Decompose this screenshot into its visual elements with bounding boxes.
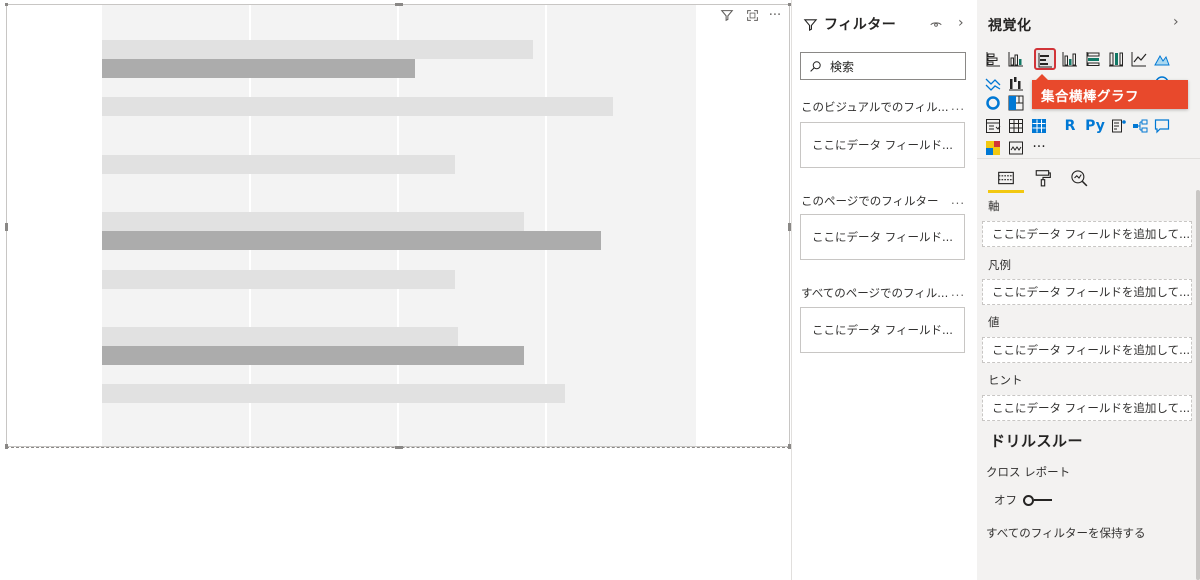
well-placeholder: ここにデータ フィールド... (812, 230, 953, 244)
filter-icon[interactable] (719, 7, 735, 23)
line-chart-icon[interactable] (1130, 50, 1148, 68)
100-stacked-bar-chart-icon[interactable] (1084, 50, 1102, 68)
clustered-bar-chart-visual[interactable]: ··· (5, 3, 791, 449)
keep-all-filters-label: すべてのフィルターを保持する (986, 526, 1146, 540)
chart-bar[interactable] (102, 269, 455, 289)
chart-bar[interactable] (102, 40, 533, 59)
resize-handle-left[interactable] (5, 223, 8, 231)
more-options-icon[interactable]: ... (951, 99, 965, 113)
focus-mode-icon[interactable] (744, 7, 760, 23)
well-placeholder: ここにデータ フィールド... (812, 138, 953, 152)
ribbon-chart-icon[interactable] (984, 74, 1002, 92)
resize-handle-top[interactable] (395, 3, 403, 6)
table-icon[interactable] (1007, 117, 1025, 135)
pane-scrollbar[interactable] (1196, 190, 1200, 580)
section-label: このビジュアルでのフィル... (801, 100, 949, 114)
stacked-column-chart-icon[interactable] (1007, 50, 1025, 68)
chart-bar[interactable] (102, 97, 613, 117)
section-label: すべてのページでのフィル... (801, 286, 949, 300)
well-placeholder: ここにデータ フィールド... (812, 323, 953, 337)
filter-search-input[interactable]: 検索 (800, 52, 966, 80)
cross-report-toggle[interactable]: オフ (994, 492, 1052, 508)
toggle-track (1034, 499, 1052, 501)
decomposition-tree-icon[interactable] (1131, 117, 1149, 135)
filter-section-page: このページでのフィルター ... (801, 193, 971, 209)
toggle-knob (1023, 494, 1034, 506)
legend-well-label: 凡例 (988, 258, 1011, 272)
filter-pane: フィルター › 検索 このビジュアルでのフィル... ... ここにデータ フィ… (791, 0, 977, 580)
fields-tab-icon[interactable] (995, 167, 1017, 189)
chart-bar[interactable] (102, 231, 601, 251)
eye-icon[interactable] (929, 16, 943, 35)
power-apps-icon[interactable] (984, 139, 1002, 157)
plot-area (102, 5, 696, 446)
resize-handle-bottom-left[interactable] (5, 444, 8, 449)
values-well-label: 値 (988, 315, 1000, 329)
clustered-column-chart-icon[interactable] (1061, 50, 1079, 68)
resize-handle-bottom[interactable] (395, 446, 403, 449)
r-visual-icon[interactable]: R (1061, 117, 1079, 135)
chart-bar[interactable] (102, 384, 565, 404)
visualizations-pane: 視覚化 › R Py ··· 集合横棒グラフ 軸 ここにデータ フィールドを追加… (977, 0, 1200, 580)
100-stacked-column-chart-icon[interactable] (1107, 50, 1125, 68)
drillthrough-title: ドリルスルー (990, 432, 1084, 450)
viz-pane-title: 視覚化 (988, 18, 1032, 34)
chart-bar[interactable] (102, 327, 458, 346)
chart-bar[interactable] (102, 346, 524, 365)
filter-icon (803, 18, 818, 31)
more-options-icon[interactable]: ... (951, 193, 965, 207)
filter-pane-header: フィルター › (803, 12, 973, 36)
filter-drop-well-visual[interactable]: ここにデータ フィールド... (800, 122, 965, 168)
analytics-magnifier-icon[interactable] (1068, 167, 1090, 189)
report-canvas: ··· (0, 0, 791, 580)
donut-chart-icon[interactable] (984, 94, 1002, 112)
values-field-well[interactable]: ここにデータ フィールドを追加して... (982, 337, 1192, 363)
filter-section-all-pages: すべてのページでのフィル... ... (801, 285, 971, 301)
matrix-icon[interactable] (1030, 117, 1048, 135)
collapse-chevron-icon[interactable]: › (1173, 14, 1179, 30)
collapse-chevron-icon[interactable]: › (958, 15, 964, 31)
filter-section-visual: このビジュアルでのフィル... ... (801, 99, 971, 115)
axis-field-well[interactable]: ここにデータ フィールドを追加して... (982, 221, 1192, 247)
gridline (545, 5, 547, 446)
key-influencers-icon[interactable] (1110, 117, 1128, 135)
python-visual-icon[interactable]: Py (1084, 117, 1106, 135)
treemap-icon[interactable] (1007, 94, 1025, 112)
axis-well-label: 軸 (988, 199, 1000, 213)
pane-divider (977, 158, 1200, 159)
search-icon (810, 60, 821, 72)
qa-visual-icon[interactable] (1153, 117, 1171, 135)
toggle-state-label: オフ (994, 493, 1017, 507)
legend-field-well[interactable]: ここにデータ フィールドを追加して... (982, 279, 1192, 305)
smart-narrative-icon[interactable] (1007, 139, 1025, 157)
chart-bar[interactable] (102, 154, 455, 174)
more-options-icon[interactable]: ... (951, 285, 965, 299)
filter-pane-title: フィルター (824, 17, 897, 33)
search-placeholder: 検索 (830, 59, 855, 74)
waterfall-chart-icon[interactable] (1007, 74, 1025, 92)
visual-type-tooltip: 集合横棒グラフ (1032, 74, 1188, 109)
chart-bar[interactable] (102, 212, 524, 232)
filter-drop-well-page[interactable]: ここにデータ フィールド... (800, 214, 965, 260)
tooltips-field-well[interactable]: ここにデータ フィールドを追加して... (982, 395, 1192, 421)
filter-drop-well-all-pages[interactable]: ここにデータ フィールド... (800, 307, 965, 353)
tooltips-well-label: ヒント (988, 373, 1023, 387)
slicer-icon[interactable] (984, 117, 1002, 135)
more-options-icon[interactable]: ··· (767, 7, 783, 23)
chart-bar[interactable] (102, 59, 415, 78)
clustered-bar-chart-icon[interactable] (1036, 51, 1054, 69)
area-chart-icon[interactable] (1153, 50, 1171, 68)
active-tab-indicator (988, 190, 1024, 193)
section-label: このページでのフィルター (801, 194, 939, 208)
stacked-bar-chart-icon[interactable] (984, 50, 1002, 68)
format-paintroller-icon[interactable] (1032, 167, 1054, 189)
cross-report-label: クロス レポート (986, 465, 1071, 479)
more-visuals-icon[interactable]: ··· (1030, 138, 1048, 156)
resize-handle-top-left[interactable] (5, 3, 8, 6)
